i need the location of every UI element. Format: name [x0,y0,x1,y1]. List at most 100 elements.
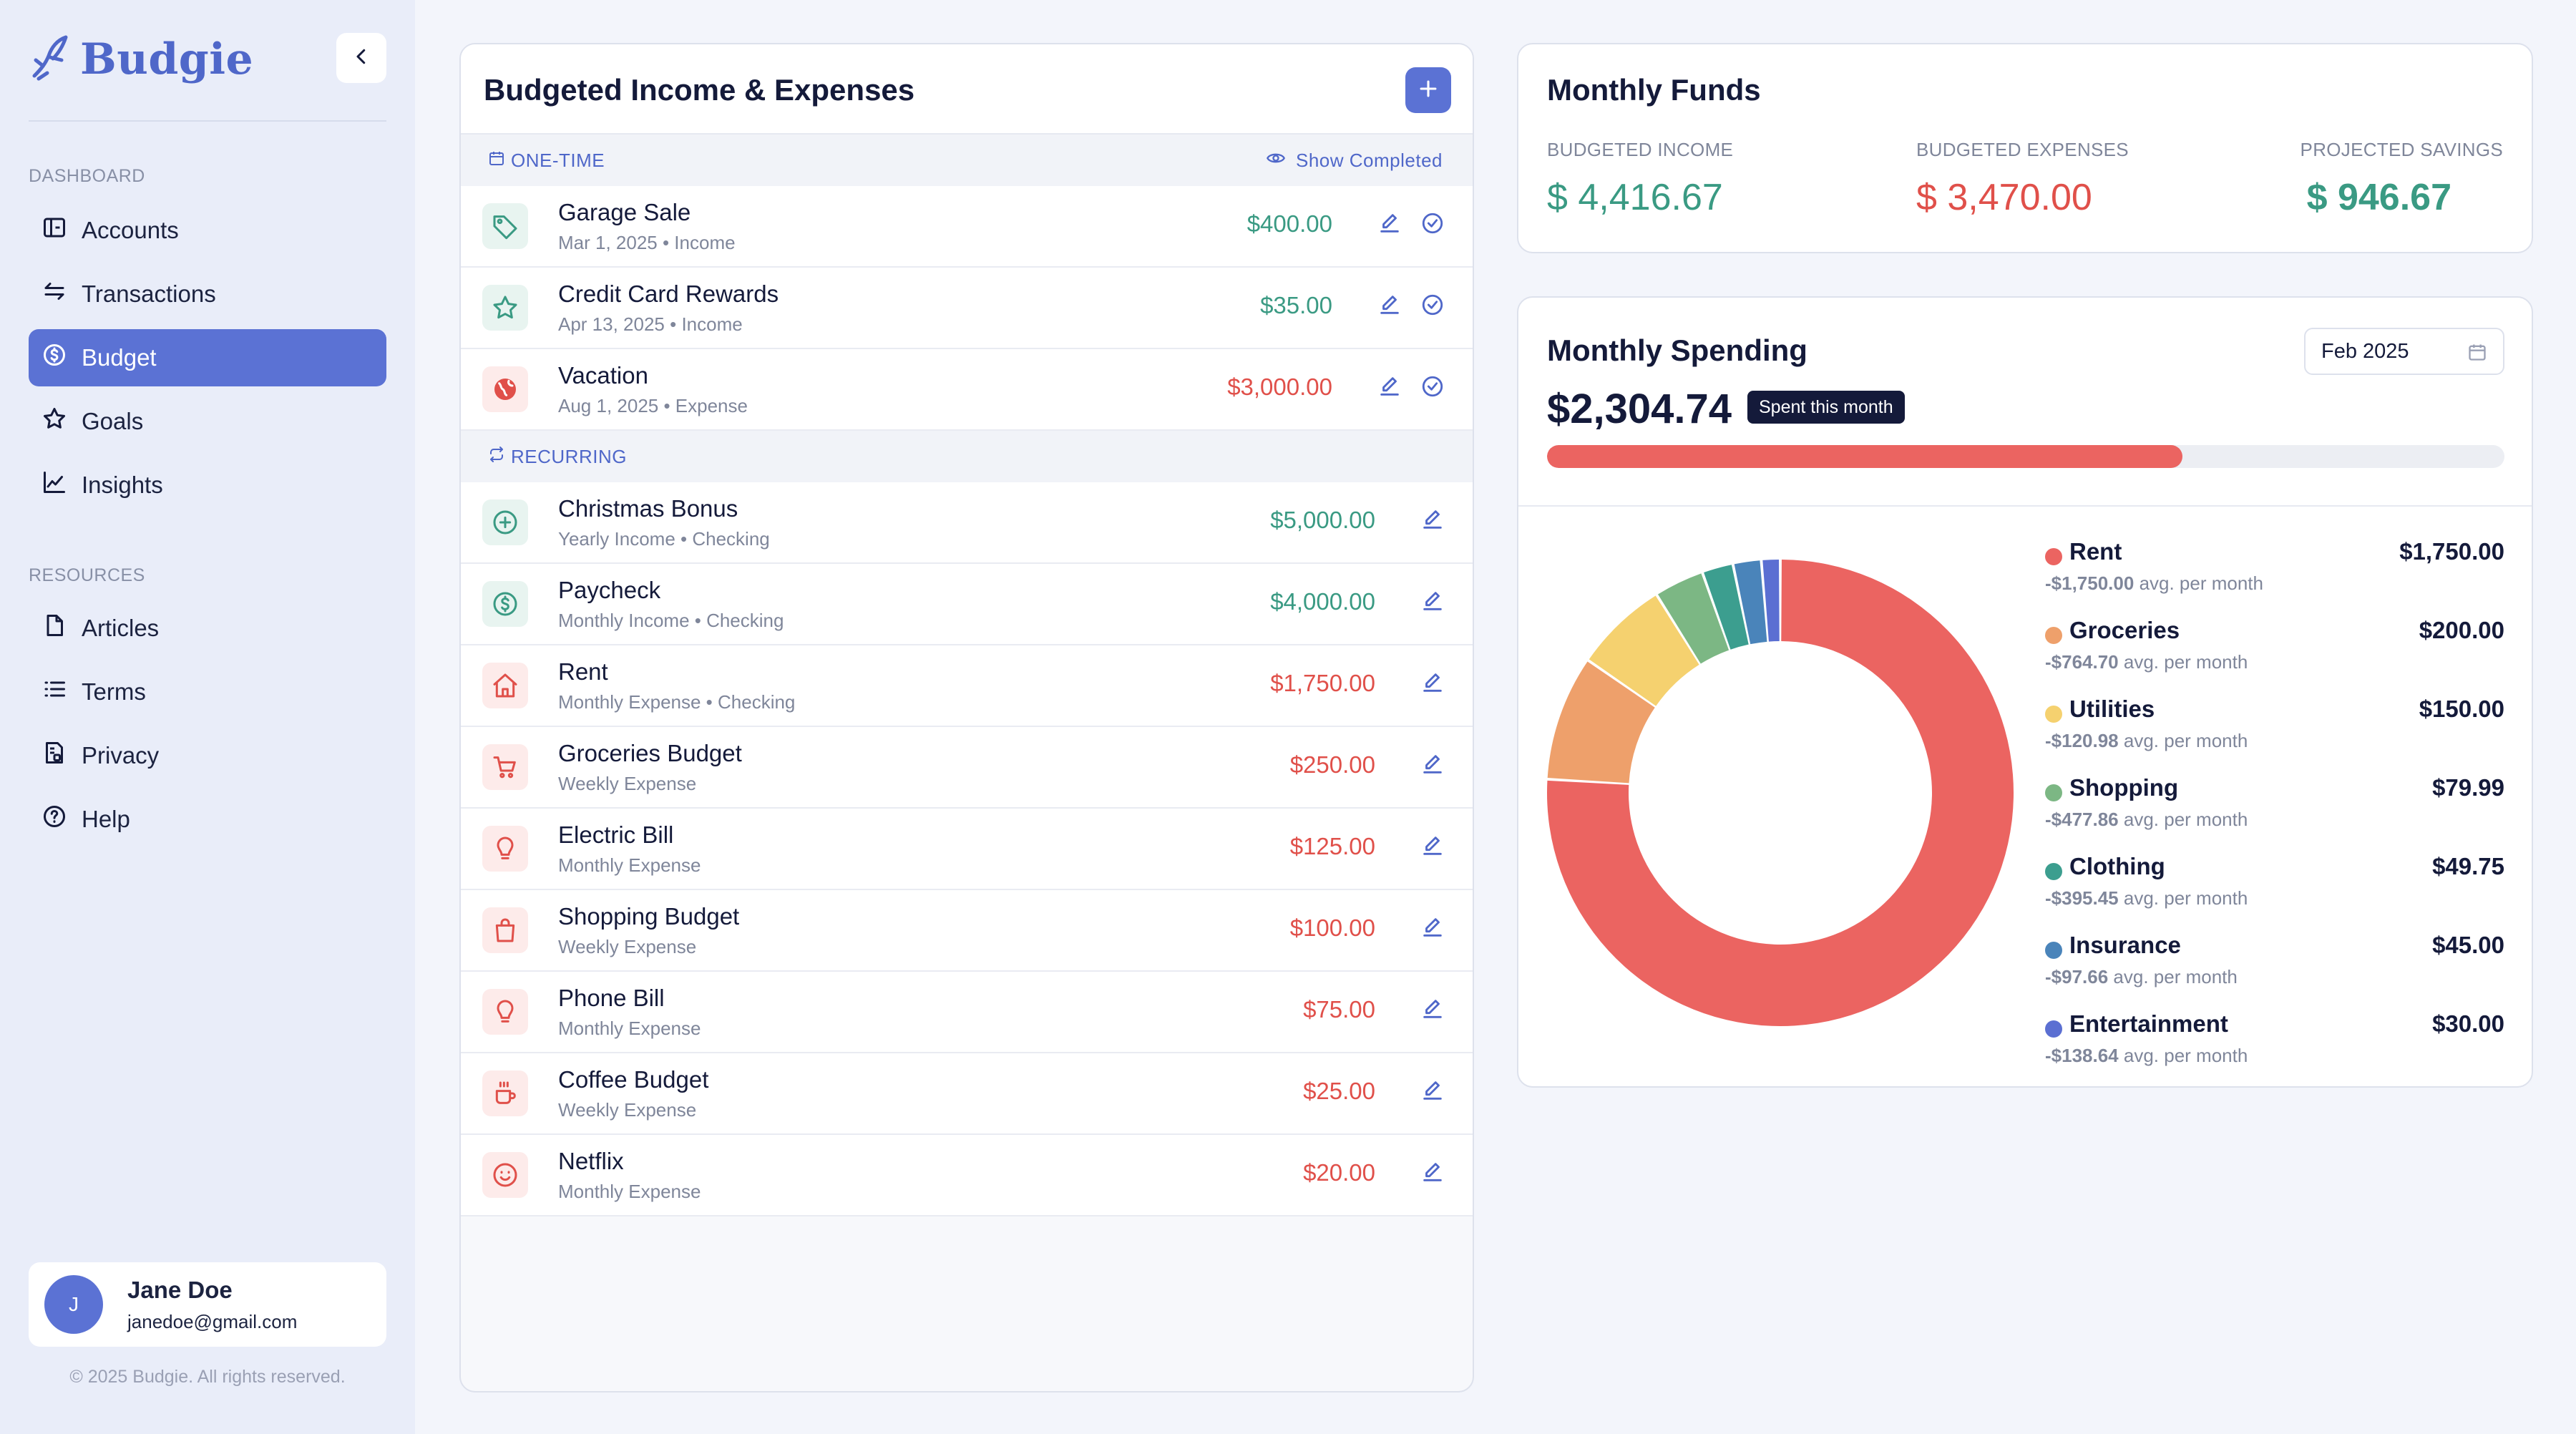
resources-section-label: RESOURCES [29,565,145,585]
month-picker[interactable]: Feb 2025 [2304,328,2504,375]
lightbulb-icon [482,989,528,1035]
sidebar-item-accounts[interactable]: Accounts [29,202,386,259]
budget-row[interactable]: Garage Sale Mar 1, 2025 • Income $400.00 [461,186,1473,268]
mark-complete-button[interactable] [1418,374,1447,402]
budget-item-name: Shopping Budget [558,903,740,930]
edit-button[interactable] [1375,374,1404,402]
sidebar-item-terms[interactable]: Terms [29,663,386,721]
budget-item-details: Monthly Expense [558,1018,701,1039]
privacy-document-icon [42,740,82,771]
user-card[interactable]: J Jane Doe janedoe@gmail.com [29,1262,386,1347]
check-circle-icon [1420,374,1445,402]
show-completed-toggle[interactable]: Show Completed [1266,135,1443,186]
legend-item[interactable]: Clothing $49.75 -$395.45 avg. per month [2039,853,2504,932]
recurring-list: Christmas Bonus Yearly Income • Checking $… [461,482,1473,1216]
edit-button[interactable] [1418,751,1447,780]
budget-row[interactable]: Vacation Aug 1, 2025 • Expense $3,000.00 [461,349,1473,431]
budget-item-amount: $4,000.00 [1270,588,1375,615]
legend-item[interactable]: Insurance $45.00 -$97.66 avg. per month [2039,932,2504,1010]
budget-item-amount: $35.00 [1260,292,1332,318]
budget-row[interactable]: Groceries Budget Weekly Expense $250.00 [461,727,1473,809]
edit-button[interactable] [1418,1078,1447,1106]
legend-category-name: Rent [2069,538,2122,565]
budget-item-name: Rent [558,658,608,685]
budget-item-amount: $75.00 [1303,996,1375,1023]
budget-item-amount: $125.00 [1289,833,1375,859]
wallet-icon [42,215,82,246]
budget-row[interactable]: Christmas Bonus Yearly Income • Checking $… [461,482,1473,564]
add-budget-item-button[interactable] [1405,67,1451,113]
sidebar-item-label: Terms [82,678,146,705]
edit-button[interactable] [1418,1159,1447,1188]
sidebar-item-privacy[interactable]: Privacy [29,727,386,784]
pencil-icon [1377,374,1402,402]
budget-item-amount: $250.00 [1289,751,1375,778]
legend-category-amount: $1,750.00 [2399,538,2504,565]
edit-button[interactable] [1418,670,1447,698]
pencil-icon [1420,1078,1445,1106]
legend-category-name: Shopping [2069,774,2179,801]
budget-row[interactable]: Electric Bill Monthly Expense $125.00 [461,809,1473,890]
budget-item-amount: $1,750.00 [1270,670,1375,696]
budget-item-amount: $400.00 [1246,210,1332,237]
legend-color-dot [2045,548,2062,565]
legend-average-suffix: avg. per month [2123,730,2248,751]
edit-button[interactable] [1375,210,1404,239]
budget-row[interactable]: Paycheck Monthly Income • Checking $4,000.… [461,564,1473,645]
sidebar-item-budget[interactable]: Budget [29,329,386,386]
edit-button[interactable] [1375,292,1404,321]
repeat-icon [488,446,511,468]
mark-complete-button[interactable] [1418,292,1447,321]
cart-icon [482,744,528,790]
budget-row[interactable]: Rent Monthly Expense • Checking $1,750.00 [461,645,1473,727]
budget-item-name: Netflix [558,1148,624,1174]
budget-item-amount: $25.00 [1303,1078,1375,1104]
budget-item-name: Vacation [558,362,648,389]
budget-row[interactable]: Phone Bill Monthly Expense $75.00 [461,972,1473,1053]
sidebar-divider [29,120,386,122]
legend-average-suffix: avg. per month [2123,651,2248,673]
edit-button[interactable] [1418,914,1447,943]
edit-button[interactable] [1418,996,1447,1025]
budget-row[interactable]: Shopping Budget Weekly Expense $100.00 [461,890,1473,972]
plus-icon [1416,77,1440,104]
sidebar-item-transactions[interactable]: Transactions [29,265,386,323]
spending-divider [1518,505,2532,507]
mark-complete-button[interactable] [1418,210,1447,239]
budget-item-name: Coffee Budget [558,1066,709,1093]
legend-item[interactable]: Entertainment $30.00 -$138.64 avg. per mon… [2039,1010,2504,1089]
edit-button[interactable] [1418,507,1447,535]
legend-item[interactable]: Shopping $79.99 -$477.86 avg. per month [2039,774,2504,853]
avatar: J [44,1275,103,1334]
legend-item[interactable]: Rent $1,750.00 -$1,750.00 avg. per month [2039,538,2504,617]
pencil-icon [1420,1160,1445,1188]
legend-color-dot [2045,942,2062,959]
collapse-sidebar-button[interactable] [336,33,386,83]
legend-category-name: Groceries [2069,617,2180,643]
legend-item[interactable]: Groceries $200.00 -$764.70 avg. per month [2039,617,2504,696]
budget-row[interactable]: Credit Card Rewards Apr 13, 2025 • Income… [461,268,1473,349]
budget-row[interactable]: Netflix Monthly Expense $20.00 [461,1135,1473,1216]
brand-logo[interactable]: Budgie [29,31,253,87]
legend-average-value: -$97.66 [2045,966,2109,987]
legend-average-suffix: avg. per month [2123,1045,2248,1066]
edit-button[interactable] [1418,833,1447,862]
sidebar-item-insights[interactable]: Insights [29,457,386,514]
sidebar-item-articles[interactable]: Articles [29,600,386,657]
edit-button[interactable] [1418,588,1447,617]
monthly-funds-card: Monthly Funds BUDGETED INCOME $ 4,416.67… [1517,43,2533,253]
legend-average-value: -$120.98 [2045,730,2119,751]
spending-progress-fill [1547,445,2183,468]
budget-item-details: Mar 1, 2025 • Income [558,232,736,253]
budget-item-details: Apr 13, 2025 • Income [558,313,743,335]
budget-row[interactable]: Coffee Budget Weekly Expense $25.00 [461,1053,1473,1135]
sidebar-item-goals[interactable]: Goals [29,393,386,450]
pencil-icon [1377,211,1402,239]
calendar-icon [488,150,511,172]
legend-item[interactable]: Utilities $150.00 -$120.98 avg. per month [2039,696,2504,774]
legend-category-average: -$764.70 avg. per month [2045,651,2248,673]
dollar-circle-icon [42,342,82,374]
sidebar-item-help[interactable]: Help [29,791,386,848]
spending-progress-bar [1547,445,2504,468]
legend-average-value: -$1,750.00 [2045,572,2135,594]
